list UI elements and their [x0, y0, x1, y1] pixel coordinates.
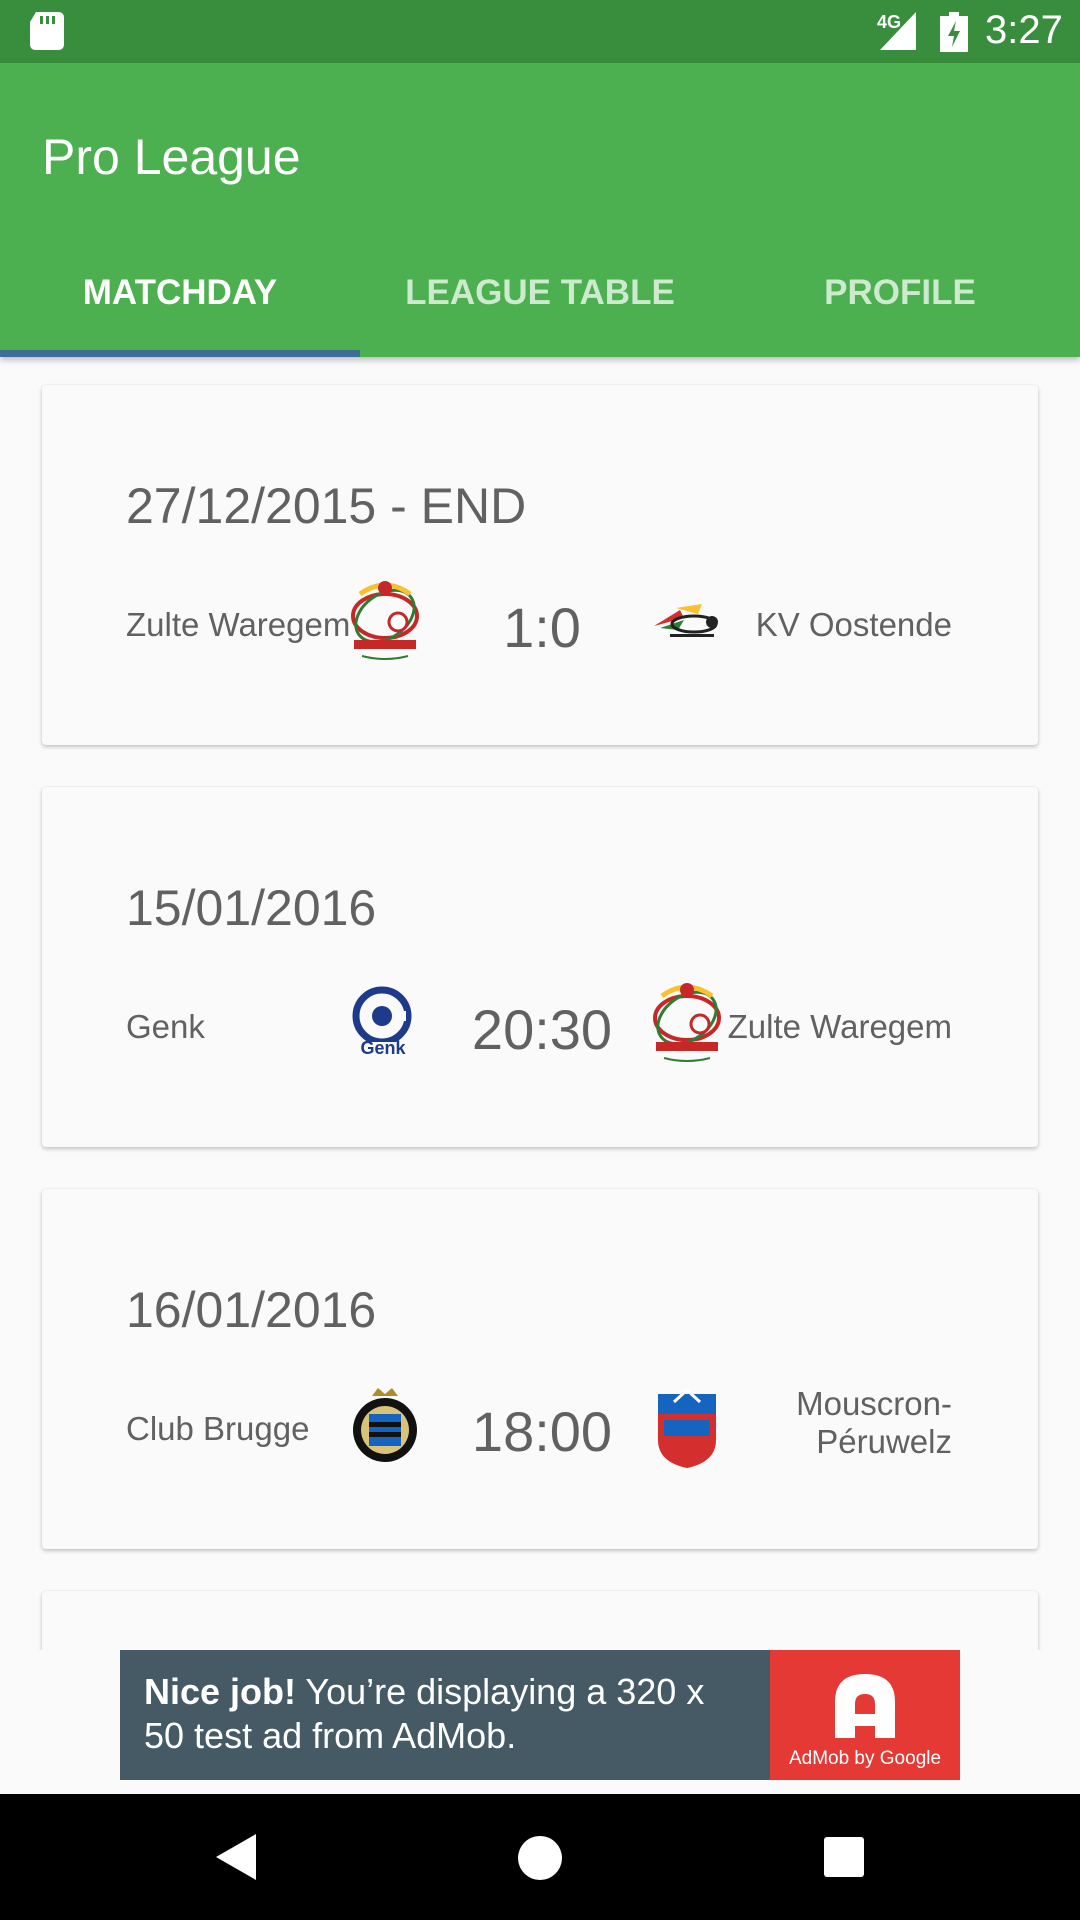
- zulte-waregem-logo-icon: [351, 581, 419, 660]
- tab-league-table[interactable]: LEAGUE TABLE: [360, 273, 720, 313]
- mouscron-peruwelz-logo-icon: [658, 1387, 716, 1468]
- ad-text: Nice job! You’re displaying a 320 x 50 t…: [144, 1670, 724, 1758]
- home-team-name: Club Brugge: [126, 1410, 310, 1447]
- system-nav-bar: [0, 1794, 1080, 1920]
- battery-charging-icon: [940, 12, 968, 52]
- kv-oostende-logo-icon: [654, 604, 718, 637]
- match-card[interactable]: 27/12/2015 - END Zulte Waregem 1:0 KV Oo…: [42, 385, 1038, 745]
- admob-brand-label: AdMob by Google: [788, 1748, 942, 1769]
- tab-indicator: [0, 350, 360, 357]
- ad-headline: Nice job!: [144, 1671, 297, 1712]
- recents-icon[interactable]: [824, 1837, 864, 1877]
- zulte-waregem-logo-icon: [653, 983, 721, 1062]
- away-team-name: Zulte Waregem: [727, 1008, 952, 1045]
- tab-profile[interactable]: PROFILE: [720, 273, 1080, 313]
- back-icon[interactable]: [216, 1834, 256, 1880]
- svg-text:Genk: Genk: [360, 1038, 406, 1058]
- genk-logo-icon: Genk: [352, 986, 412, 1058]
- status-clock: 3:27: [985, 8, 1063, 52]
- match-date: 27/12/2015 - END: [126, 478, 527, 534]
- ad-banner[interactable]: Nice job! You’re displaying a 320 x 50 t…: [120, 1650, 960, 1780]
- away-team-name-line2: Péruwelz: [816, 1423, 952, 1460]
- away-team-name: KV Oostende: [755, 606, 952, 643]
- home-team-name: Genk: [126, 1008, 205, 1045]
- home-icon[interactable]: [518, 1836, 562, 1880]
- signal-icon: [880, 12, 916, 50]
- app-bar: Pro League MATCHDAY LEAGUE TABLE PROFILE: [0, 63, 1080, 357]
- away-team-name-line1: Mouscron-: [796, 1385, 952, 1422]
- home-team-name: Zulte Waregem: [126, 606, 351, 643]
- match-date: 15/01/2016: [126, 880, 377, 936]
- sd-card-icon: [30, 12, 64, 50]
- match-date: 16/01/2016: [126, 1282, 377, 1338]
- match-card[interactable]: 15/01/2016 Genk Genk 20:30 Zulte Waregem: [42, 787, 1038, 1147]
- match-time: 20:30: [471, 998, 613, 1061]
- status-bar: 4G 3:27: [0, 0, 1080, 63]
- club-brugge-logo-icon: [353, 1388, 417, 1462]
- admob-logo-box: AdMob by Google: [770, 1650, 960, 1780]
- tab-matchday[interactable]: MATCHDAY: [0, 273, 360, 313]
- match-list[interactable]: 27/12/2015 - END Zulte Waregem 1:0 KV Oo…: [0, 357, 1080, 1650]
- away-team-name: Mouscron- Péruwelz: [796, 1385, 952, 1461]
- match-time: 18:00: [471, 1400, 613, 1463]
- match-card[interactable]: [42, 1591, 1038, 1650]
- admob-logo-icon: [835, 1674, 895, 1738]
- app-title: Pro League: [42, 129, 301, 185]
- match-card[interactable]: 16/01/2016 Club Brugge 18:00 Mouscron- P…: [42, 1189, 1038, 1549]
- match-score: 1:0: [503, 596, 581, 659]
